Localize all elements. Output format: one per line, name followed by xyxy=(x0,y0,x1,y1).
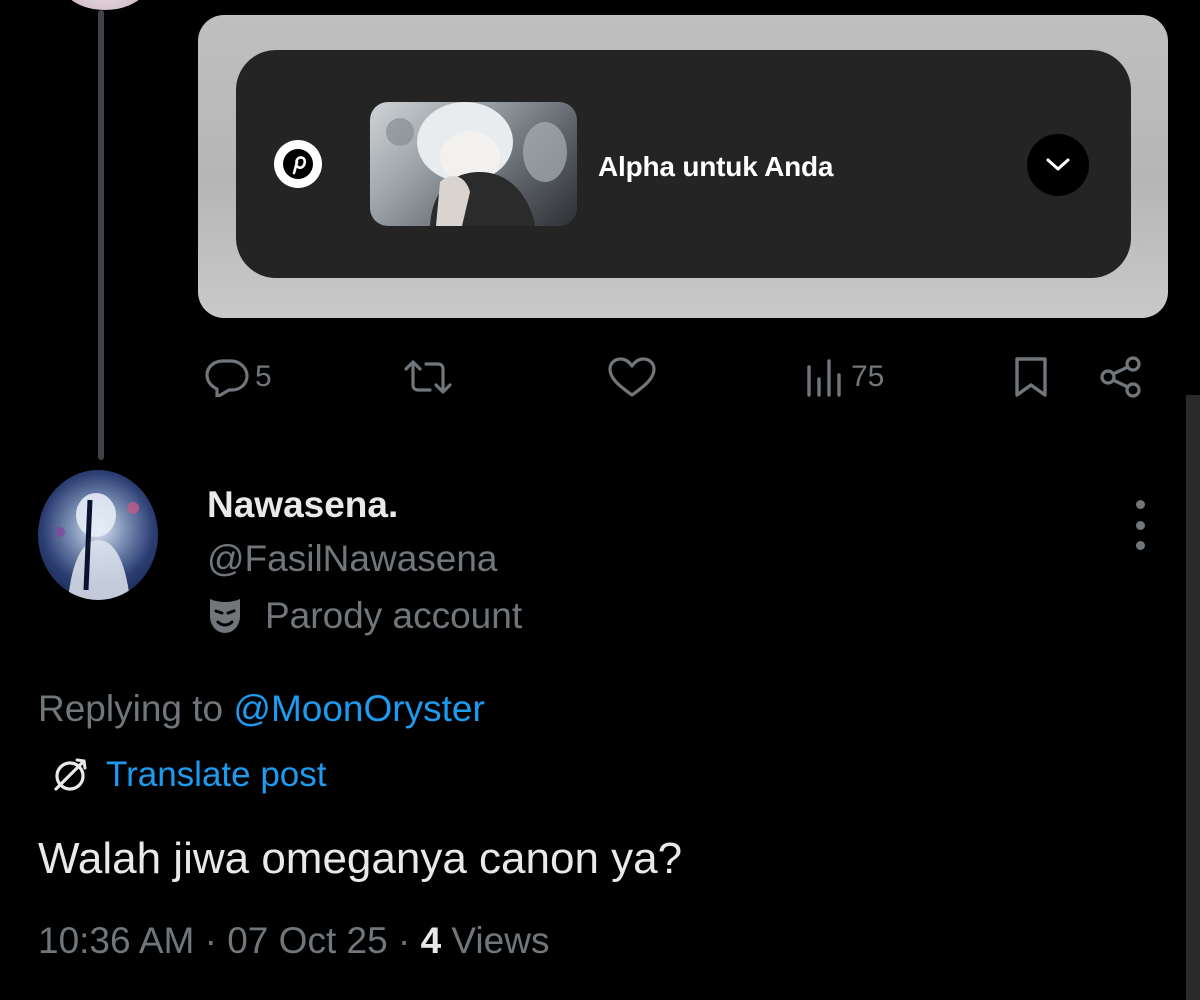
more-icon[interactable] xyxy=(1125,500,1155,550)
scrollbar[interactable] xyxy=(1186,395,1200,1000)
share-icon xyxy=(1100,356,1141,398)
share-button[interactable] xyxy=(1098,355,1144,399)
bookmark-icon xyxy=(1015,357,1047,397)
replying-to: Replying to @MoonOryster xyxy=(38,688,485,730)
replying-prefix: Replying to xyxy=(38,688,224,729)
views-count: 75 xyxy=(851,360,885,393)
thread-connector xyxy=(98,10,104,460)
post-meta: 10:36 AM · 07 Oct 25 · 4 Views xyxy=(38,920,549,962)
pinterest-icon xyxy=(274,140,322,188)
like-button[interactable] xyxy=(606,355,658,399)
reply-icon xyxy=(205,359,249,397)
chevron-down-icon[interactable] xyxy=(1027,134,1089,196)
translate-label[interactable]: Translate post xyxy=(106,755,326,795)
user-handle[interactable]: @FasilNawasena xyxy=(207,538,498,580)
views-number: 4 xyxy=(420,920,442,961)
post-time[interactable]: 10:36 AM xyxy=(38,920,194,961)
reply-button[interactable]: 5 xyxy=(203,355,272,399)
translate-icon xyxy=(54,758,87,791)
retweet-button[interactable] xyxy=(400,355,456,399)
like-icon xyxy=(608,357,656,397)
reply-count: 5 xyxy=(255,360,272,393)
avatar[interactable] xyxy=(38,470,158,600)
views-button[interactable]: 75 xyxy=(805,355,884,399)
post-date[interactable]: 07 Oct 25 xyxy=(227,920,387,961)
views-label: Views xyxy=(451,920,550,961)
views-icon xyxy=(807,359,841,397)
post-text: Walah jiwa omeganya canon ya? xyxy=(38,834,683,883)
parody-badge: Parody account xyxy=(207,595,522,637)
previous-avatar[interactable] xyxy=(60,0,150,10)
meta-separator: · xyxy=(397,920,421,961)
meta-separator: · xyxy=(204,920,228,961)
translate-post-button[interactable]: Translate post xyxy=(50,755,326,795)
display-name[interactable]: Nawasena. xyxy=(207,484,398,526)
card-thumbnail-image xyxy=(370,102,577,226)
parody-label: Parody account xyxy=(265,595,523,636)
bookmark-button[interactable] xyxy=(1012,355,1050,399)
mask-icon xyxy=(210,599,240,633)
replying-mention-link[interactable]: @MoonOryster xyxy=(233,688,484,729)
card-title[interactable]: Alpha untuk Anda xyxy=(598,151,834,183)
retweet-icon xyxy=(404,360,452,394)
